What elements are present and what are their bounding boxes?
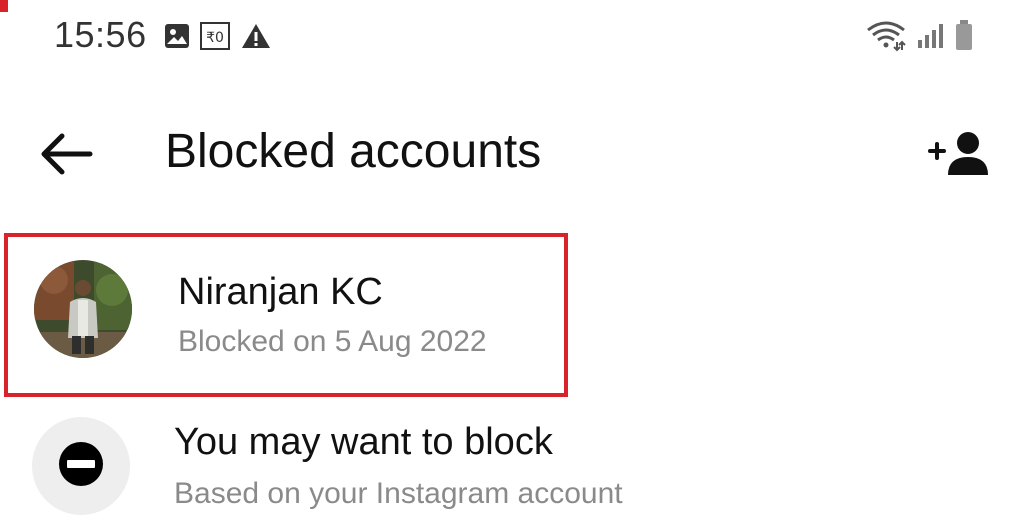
warning-icon [240, 22, 272, 50]
image-icon [164, 23, 190, 49]
add-person-icon [928, 129, 992, 184]
arrow-left-icon [38, 132, 94, 181]
status-system-icons [864, 18, 974, 52]
wifi-icon [864, 18, 908, 52]
screen: 15:56 ₹0 Blocked accounts Niranjan KC Bl… [0, 0, 1024, 524]
avatar [34, 260, 132, 358]
status-bar: 15:56 ₹0 [0, 0, 1024, 80]
add-blocked-account-button[interactable] [924, 124, 996, 188]
suggestion-icon-container [32, 417, 130, 515]
status-time: 15:56 [54, 14, 147, 55]
back-button[interactable] [34, 124, 98, 188]
suggestion-title: You may want to block [174, 421, 553, 463]
suggested-block-item[interactable]: You may want to block Based on your Inst… [0, 405, 1024, 524]
status-notification-icons: ₹0 [164, 22, 272, 50]
page-title: Blocked accounts [165, 125, 542, 178]
app-bar: Blocked accounts [0, 110, 1024, 200]
account-name: Niranjan KC [178, 271, 383, 313]
svg-text:₹0: ₹0 [206, 30, 224, 46]
signal-icon [916, 20, 946, 50]
blocked-account-item[interactable]: Niranjan KC Blocked on 5 Aug 2022 [4, 233, 568, 397]
block-icon [58, 441, 104, 492]
rupee-icon: ₹0 [200, 22, 230, 50]
blocked-date: Blocked on 5 Aug 2022 [178, 325, 487, 358]
battery-icon [954, 19, 974, 51]
suggestion-subtitle: Based on your Instagram account [174, 477, 623, 510]
